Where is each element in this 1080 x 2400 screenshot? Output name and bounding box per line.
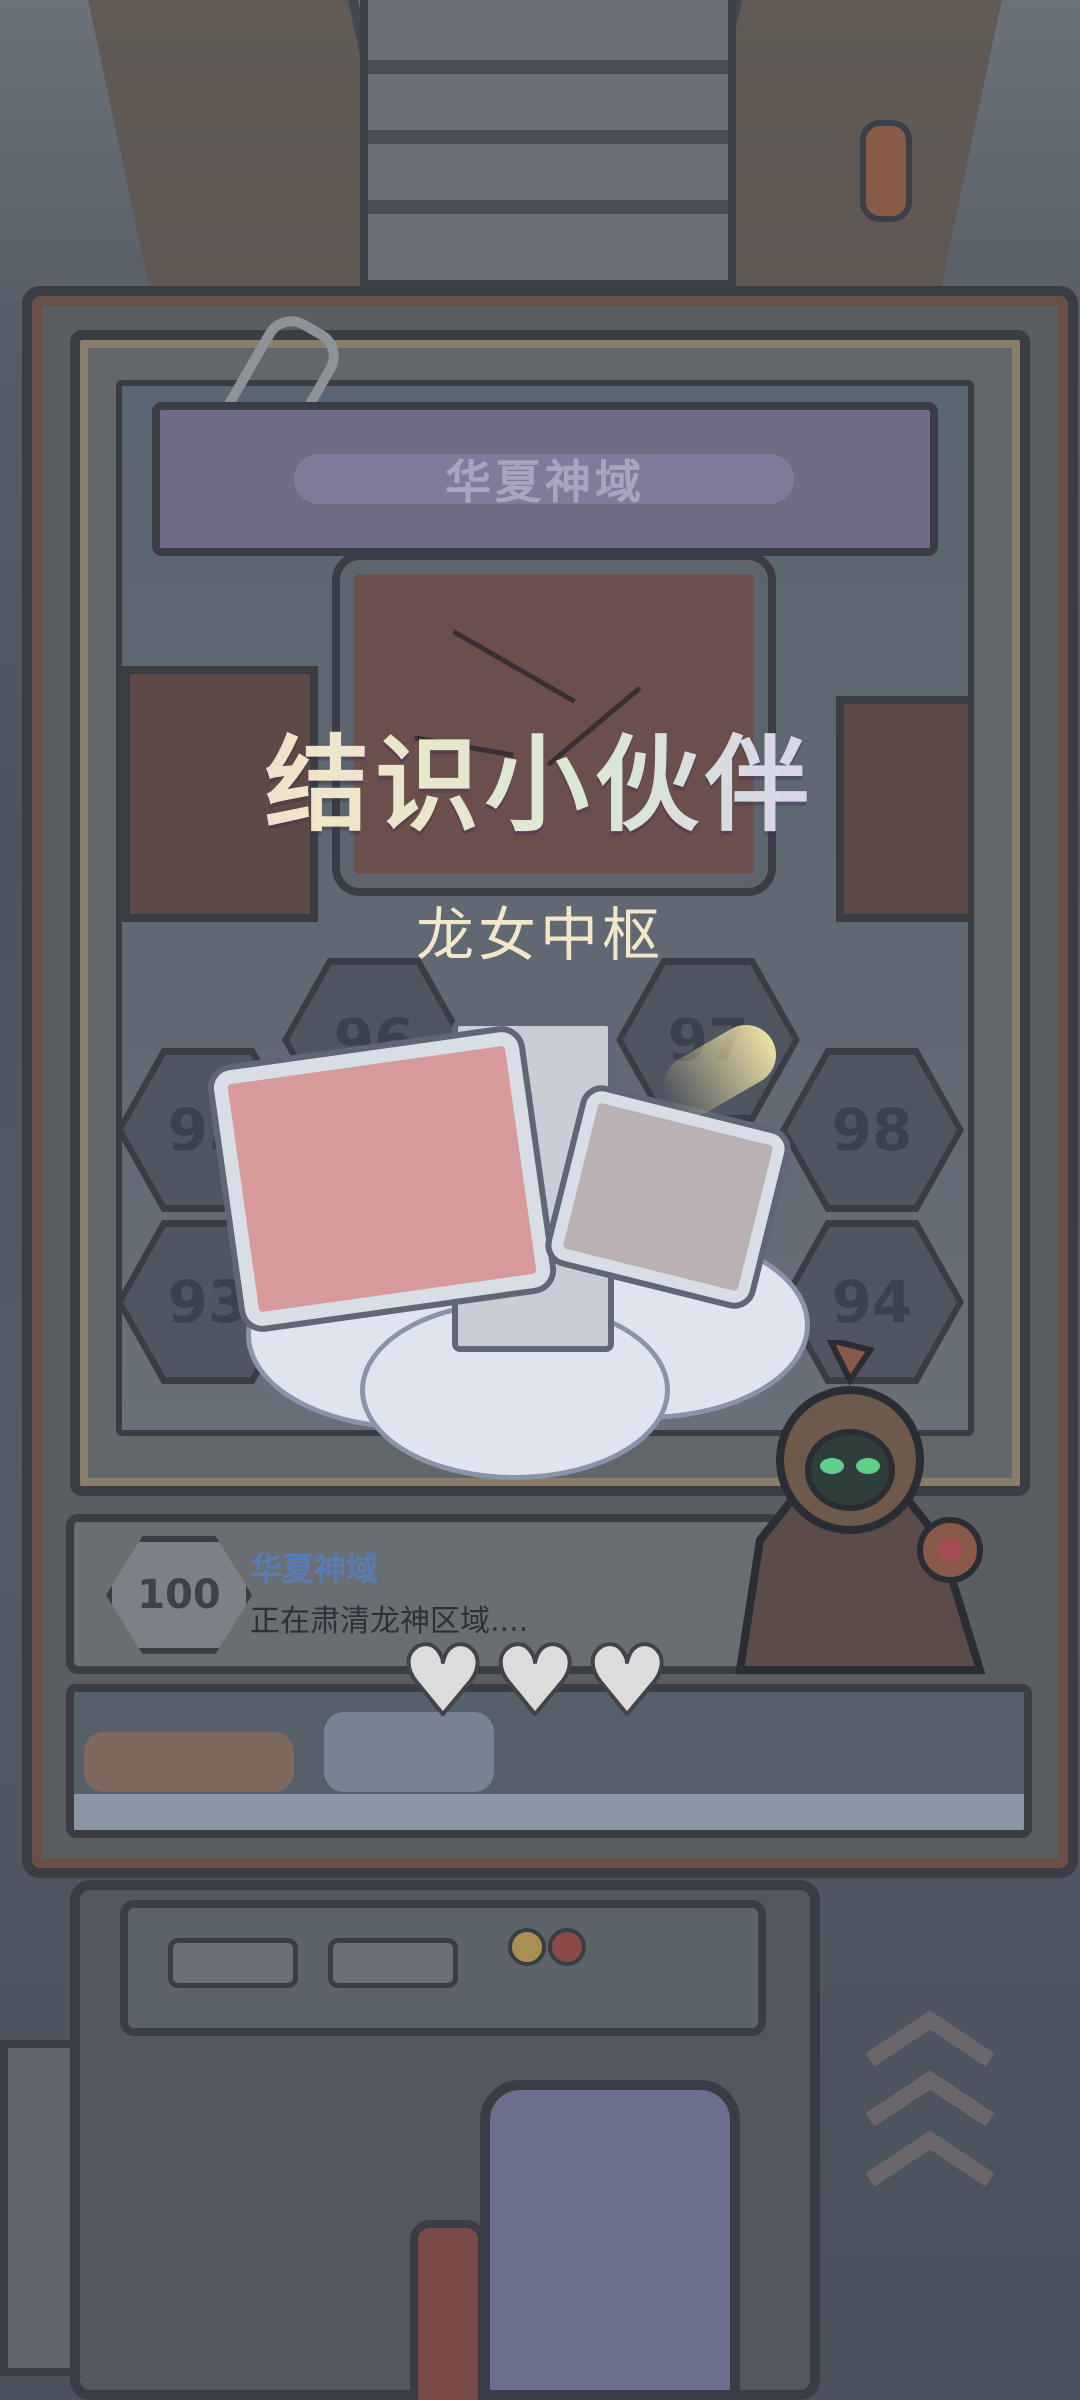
level-tile-number: 98: [831, 1096, 913, 1164]
track-ground: [74, 1794, 1024, 1830]
monster-group-icon: [84, 1732, 294, 1792]
level-tile-number: 94: [831, 1268, 913, 1336]
zone-status: 正在肃清龙神区域....: [250, 1604, 529, 1639]
partner-name: 龙女中枢: [415, 901, 664, 969]
heart-icon: ♥: [490, 1625, 580, 1737]
console-panel: [120, 1900, 766, 2036]
lives-row: ♥ ♥ ♥: [398, 1625, 680, 1737]
zone-name: 华夏神域: [250, 1550, 379, 1588]
hanging-hook-decoration: [860, 120, 912, 222]
current-level-number: 100: [137, 1572, 221, 1618]
fire-extinguisher: [410, 2220, 486, 2400]
level-tile-number: 93: [167, 1268, 249, 1336]
heart-icon: ♥: [398, 1625, 488, 1737]
liquid-tank: [480, 2080, 740, 2400]
region-banner: 华夏神域: [152, 402, 938, 556]
knight-character: [735, 1340, 986, 1674]
up-arrows-icon: [865, 2010, 995, 2187]
heart-icon: ♥: [582, 1625, 672, 1737]
skylight: [360, 0, 736, 288]
pink-screen: [204, 1022, 560, 1336]
unlock-title: 结识小伙伴: [0, 700, 1080, 851]
region-banner-label: 华夏神域: [445, 455, 645, 509]
game-stage: 华夏神域 96 97 95 98 93 94 结识小伙伴 龙女中枢 100 华夏…: [0, 0, 1080, 2400]
